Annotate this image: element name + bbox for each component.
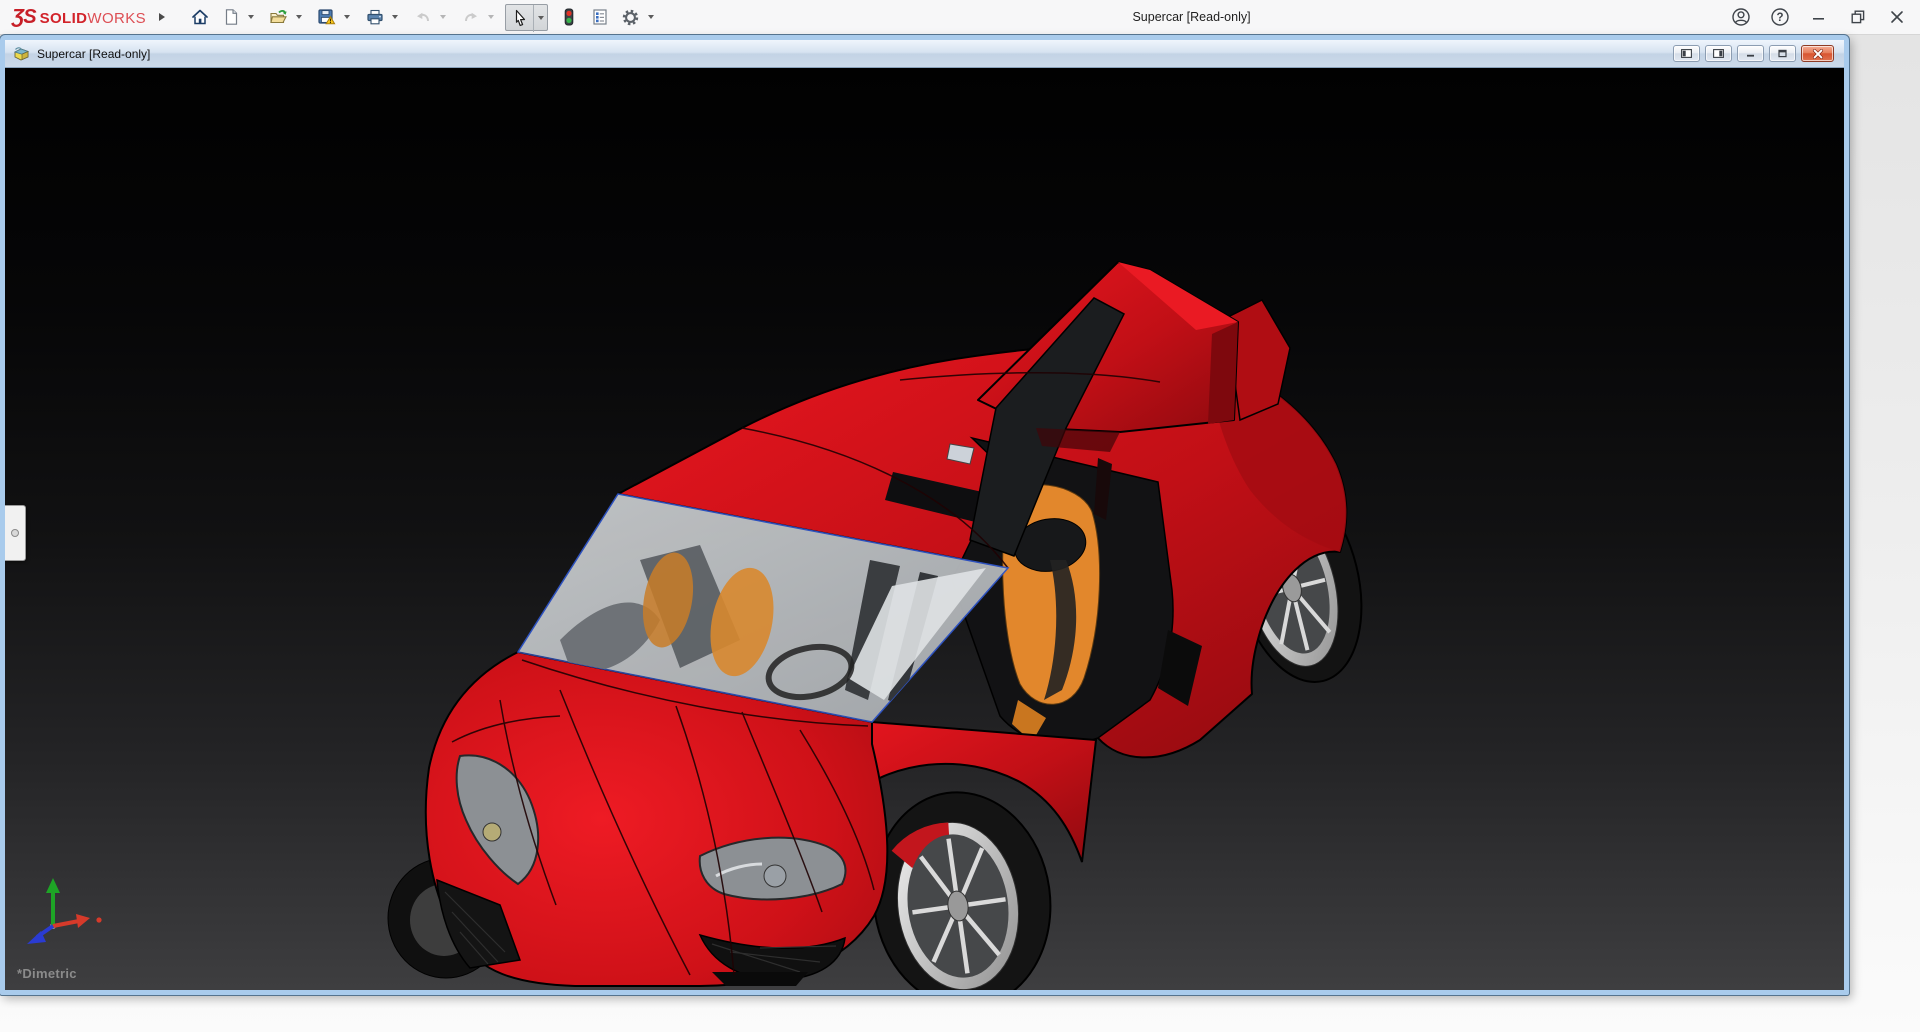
document-window-buttons — [1673, 45, 1838, 62]
doc-restore-icon — [1777, 49, 1788, 58]
new-document-button[interactable] — [217, 4, 244, 31]
solidworks-app: ƷS SOLID WORKS — [0, 0, 1920, 1032]
doc-minimize-icon — [1745, 49, 1756, 58]
panel-tab-handle-icon — [11, 529, 19, 537]
open-button[interactable] — [265, 4, 292, 31]
view-orientation-label: *Dimetric — [17, 966, 77, 981]
minimize-button[interactable] — [1806, 4, 1832, 30]
options-dropdown[interactable] — [644, 4, 658, 31]
restore-icon — [1849, 8, 1867, 26]
doc-minimize-button[interactable] — [1737, 45, 1764, 62]
cursor-icon — [511, 9, 529, 27]
minimize-icon — [1810, 8, 1828, 26]
pane-right-icon — [1713, 49, 1724, 58]
part-document-icon — [13, 46, 30, 62]
new-document-dropdown[interactable] — [244, 4, 258, 31]
logo-text-works: WORKS — [87, 10, 146, 27]
doc-close-icon — [1812, 49, 1824, 59]
close-button[interactable] — [1884, 4, 1910, 30]
save-warning-icon — [317, 8, 336, 27]
orientation-triad — [15, 874, 107, 954]
traffic-light-icon — [560, 8, 578, 26]
file-properties-icon — [591, 8, 609, 26]
chevron-down-icon — [248, 15, 254, 19]
svg-text:?: ? — [1776, 12, 1783, 24]
chevron-down-icon — [488, 15, 494, 19]
home-icon — [191, 8, 209, 26]
restore-button[interactable] — [1845, 4, 1871, 30]
chevron-down-icon — [344, 15, 350, 19]
gear-icon — [621, 8, 640, 27]
chevron-down-icon — [538, 16, 544, 20]
solidworks-logo: ƷS SOLID WORKS — [12, 6, 146, 29]
help-icon: ? — [1770, 7, 1790, 27]
workspace-background: Supercar [Read-only] — [0, 35, 1920, 1032]
print-dropdown[interactable] — [388, 4, 402, 31]
printer-icon — [366, 8, 384, 26]
window-controls: ? — [1728, 4, 1910, 30]
select-tool-button[interactable] — [506, 5, 533, 32]
x-axis-icon — [76, 914, 90, 928]
account-icon — [1731, 7, 1751, 27]
options-button[interactable] — [617, 4, 644, 31]
account-button[interactable] — [1728, 4, 1754, 30]
open-dropdown[interactable] — [292, 4, 306, 31]
document-window: Supercar [Read-only] — [0, 35, 1849, 995]
app-title: Supercar [Read-only] — [665, 10, 1718, 24]
pane-left-icon — [1681, 49, 1692, 58]
chevron-down-icon — [648, 15, 654, 19]
document-titlebar[interactable]: Supercar [Read-only] — [5, 40, 1844, 68]
logo-text-solid: SOLID — [40, 10, 88, 27]
quick-access-toolbar — [186, 4, 665, 31]
pane-left-button[interactable] — [1673, 45, 1700, 62]
select-tool-dropdown[interactable] — [533, 5, 547, 32]
pane-right-button[interactable] — [1705, 45, 1732, 62]
chevron-down-icon — [392, 15, 398, 19]
save-button[interactable] — [313, 4, 340, 31]
close-icon — [1888, 8, 1906, 26]
redo-dropdown[interactable] — [484, 4, 498, 31]
undo-icon — [414, 8, 432, 26]
viewport-3d[interactable]: *Dimetric — [5, 68, 1844, 990]
save-dropdown[interactable] — [340, 4, 354, 31]
undo-button[interactable] — [409, 4, 436, 31]
doc-restore-button[interactable] — [1769, 45, 1796, 62]
undo-dropdown[interactable] — [436, 4, 450, 31]
select-tool-group — [505, 4, 548, 31]
y-axis-icon — [46, 878, 60, 893]
open-folder-icon — [269, 8, 288, 26]
redo-icon — [462, 8, 480, 26]
chevron-down-icon — [296, 15, 302, 19]
redo-button[interactable] — [457, 4, 484, 31]
toolbar-expand-button[interactable] — [152, 4, 172, 30]
doc-close-button[interactable] — [1801, 45, 1834, 62]
document-title: Supercar [Read-only] — [37, 47, 150, 61]
chevron-down-icon — [440, 15, 446, 19]
chevron-right-icon — [159, 13, 165, 21]
app-titlebar: ƷS SOLID WORKS — [0, 0, 1920, 35]
dassault-logo-mark: ƷS — [12, 6, 36, 29]
supercar-model — [5, 68, 1844, 990]
featuremanager-collapsed-tab[interactable] — [5, 505, 26, 561]
file-properties-button[interactable] — [586, 4, 613, 31]
new-document-icon — [222, 8, 240, 26]
print-button[interactable] — [361, 4, 388, 31]
rebuild-button[interactable] — [555, 4, 582, 31]
home-button[interactable] — [186, 4, 213, 31]
help-button[interactable]: ? — [1767, 4, 1793, 30]
